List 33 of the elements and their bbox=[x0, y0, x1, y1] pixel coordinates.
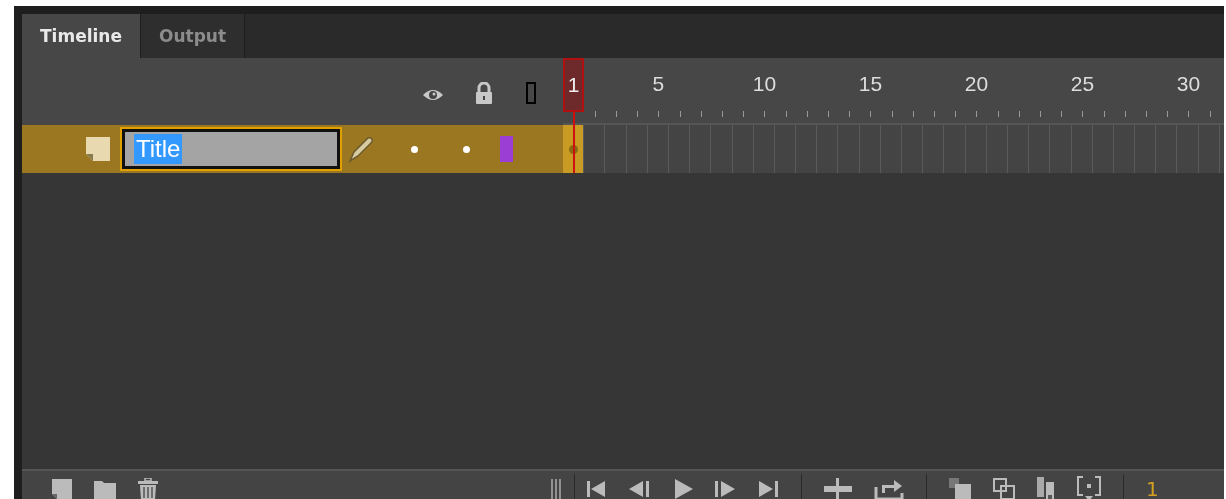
trash-icon[interactable] bbox=[138, 478, 158, 499]
pencil-icon bbox=[346, 134, 376, 164]
panel-tab[interactable]: Timeline bbox=[22, 14, 141, 58]
center-frame-icon[interactable] bbox=[824, 478, 852, 499]
resize-grip-icon[interactable] bbox=[550, 479, 562, 499]
panel-tab[interactable]: Output bbox=[140, 14, 246, 58]
loop-icon[interactable] bbox=[874, 477, 904, 499]
playhead-line bbox=[572, 112, 575, 173]
onion-outline-icon[interactable] bbox=[993, 478, 1015, 499]
bracket-marker-icon[interactable] bbox=[1077, 476, 1101, 499]
frame-counter: 1 bbox=[1146, 477, 1159, 499]
new-layer-icon[interactable] bbox=[52, 479, 72, 499]
frame-number: 10 bbox=[752, 72, 777, 96]
frame-number: 20 bbox=[964, 72, 989, 96]
frame-number: 30 bbox=[1176, 72, 1201, 96]
first-frame-icon[interactable] bbox=[587, 481, 607, 497]
frame-number: 25 bbox=[1070, 72, 1095, 96]
eye-icon[interactable] bbox=[422, 88, 444, 102]
folder-icon[interactable] bbox=[94, 479, 116, 499]
onion-skin-icon[interactable] bbox=[949, 478, 971, 499]
frame-number: 15 bbox=[858, 72, 883, 96]
play-icon[interactable] bbox=[673, 479, 693, 499]
step-back-icon[interactable] bbox=[629, 481, 651, 497]
outline-swatch[interactable] bbox=[500, 136, 513, 162]
edit-frames-icon[interactable] bbox=[1037, 477, 1055, 499]
last-frame-icon[interactable] bbox=[759, 481, 779, 497]
visible-dot[interactable] bbox=[410, 145, 418, 153]
unlocked-dot[interactable] bbox=[462, 145, 470, 153]
step-forward-icon[interactable] bbox=[715, 481, 737, 497]
frame-number: 5 bbox=[652, 72, 665, 96]
playhead-frame-number[interactable]: 1 bbox=[563, 58, 584, 112]
layer-icon bbox=[86, 137, 110, 161]
lock-icon[interactable] bbox=[475, 82, 493, 104]
